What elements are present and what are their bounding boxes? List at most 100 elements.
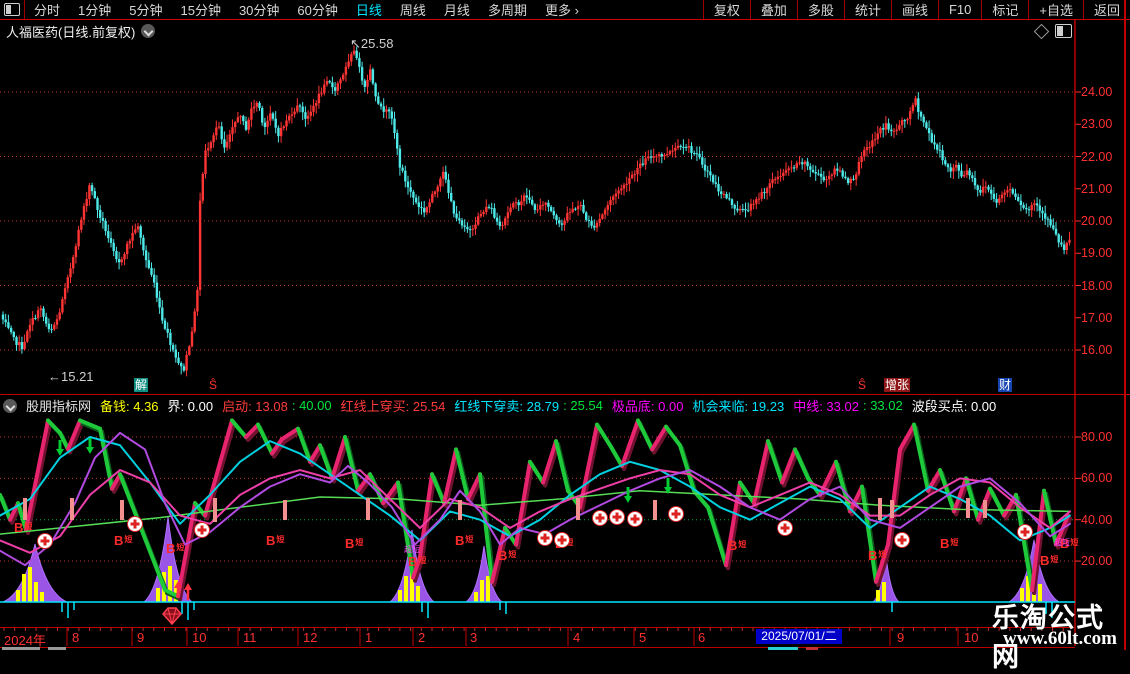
candle-body bbox=[528, 197, 530, 199]
candle-body bbox=[293, 112, 295, 115]
x-axis-strip[interactable] bbox=[0, 627, 1075, 648]
candle-body bbox=[893, 131, 895, 132]
month-label-6: 2 bbox=[418, 630, 425, 645]
price-tick-label: 19.00 bbox=[1081, 246, 1127, 260]
salmon-bar bbox=[283, 500, 287, 520]
candle-body bbox=[331, 82, 333, 87]
candle-body bbox=[720, 191, 722, 194]
ribbon-segment bbox=[100, 429, 112, 489]
candle-body bbox=[158, 298, 160, 308]
candle-body bbox=[380, 104, 382, 107]
candle-body bbox=[925, 122, 927, 128]
candle-body bbox=[520, 201, 522, 205]
candle-body bbox=[94, 191, 96, 198]
candle-body bbox=[304, 112, 306, 119]
chevron-down-icon[interactable] bbox=[3, 399, 17, 413]
candle-body bbox=[491, 208, 493, 209]
candle-body bbox=[493, 208, 495, 217]
high-annotation: ↖25.58 bbox=[350, 36, 393, 52]
candle-body bbox=[410, 187, 412, 192]
candle-body bbox=[960, 171, 962, 177]
candle-body bbox=[218, 126, 220, 127]
candle-body bbox=[499, 222, 501, 226]
candle-body bbox=[1001, 195, 1003, 199]
candle-body bbox=[307, 116, 309, 119]
candle-body bbox=[931, 133, 933, 142]
candle-body bbox=[469, 229, 471, 230]
candle-body bbox=[329, 81, 331, 82]
candle-body bbox=[696, 153, 698, 154]
event-stamp: 财 bbox=[998, 378, 1012, 392]
candle-body bbox=[156, 283, 158, 298]
candle-body bbox=[277, 128, 279, 136]
candle-body bbox=[5, 319, 7, 322]
candle-body bbox=[393, 119, 395, 134]
candle-body bbox=[140, 226, 142, 237]
candle-body bbox=[1047, 219, 1049, 220]
candle-body bbox=[342, 75, 344, 80]
ribbon-segment bbox=[258, 425, 272, 454]
candle-body bbox=[855, 174, 857, 179]
candle-body bbox=[950, 167, 952, 171]
candle-body bbox=[1063, 245, 1065, 251]
candle-body bbox=[928, 128, 930, 133]
candle-body bbox=[366, 80, 368, 87]
candle-body bbox=[585, 212, 587, 219]
candle-body bbox=[744, 209, 746, 210]
candle-body bbox=[1058, 234, 1060, 242]
candle-body bbox=[223, 139, 225, 147]
yellow-bar bbox=[876, 590, 880, 602]
yellow-bar bbox=[16, 590, 20, 602]
indicator-value-8: 波段买点: 0.00 bbox=[912, 396, 997, 415]
candle-body bbox=[612, 196, 614, 200]
candle-body bbox=[1066, 243, 1068, 250]
candle-body bbox=[288, 116, 290, 121]
candle-body bbox=[134, 229, 136, 232]
salmon-bar bbox=[70, 498, 74, 520]
candle-body bbox=[161, 307, 163, 320]
candle-body bbox=[167, 329, 169, 333]
b-buy-marker: B短 bbox=[498, 548, 516, 563]
candle-body bbox=[1009, 189, 1011, 190]
candle-body bbox=[593, 226, 595, 228]
candle-body bbox=[515, 202, 517, 203]
month-label-12: 10 bbox=[964, 630, 978, 645]
candle-body bbox=[347, 62, 349, 67]
indicator-source[interactable]: 股朋指标网 bbox=[26, 396, 91, 415]
month-label-2: 10 bbox=[192, 630, 206, 645]
candle-body bbox=[285, 120, 287, 126]
candle-body bbox=[534, 204, 536, 210]
candle-body bbox=[86, 199, 88, 206]
candle-body bbox=[607, 205, 609, 210]
indicator-value-2: 启动: 13.08 bbox=[222, 396, 288, 415]
candle-body bbox=[958, 165, 960, 171]
indicator-header: 股朋指标网 备钱: 4.36界: 0.00启动: 13.08: 40.00红线上… bbox=[3, 397, 996, 414]
candle-body bbox=[844, 177, 846, 179]
candle-body bbox=[974, 178, 976, 185]
candle-body bbox=[1017, 197, 1019, 201]
candle-body bbox=[669, 151, 671, 154]
candle-body bbox=[526, 195, 528, 197]
candle-body bbox=[207, 148, 209, 150]
candle-body bbox=[472, 229, 474, 230]
candle-body bbox=[785, 170, 787, 173]
candle-body bbox=[582, 205, 584, 213]
month-label-5: 1 bbox=[365, 630, 372, 645]
candle-body bbox=[917, 98, 919, 112]
candle-body bbox=[933, 142, 935, 144]
candle-body bbox=[896, 130, 898, 131]
yellow-bar bbox=[34, 582, 38, 602]
candle-body bbox=[661, 154, 663, 156]
candle-body bbox=[734, 205, 736, 209]
candle-body bbox=[858, 162, 860, 174]
candle-body bbox=[671, 151, 673, 152]
candle-body bbox=[148, 260, 150, 268]
candle-body bbox=[45, 317, 47, 324]
candle-body bbox=[34, 318, 36, 319]
candle-body bbox=[326, 81, 328, 84]
candle-body bbox=[504, 218, 506, 225]
candle-body bbox=[542, 205, 544, 206]
candle-body bbox=[96, 198, 98, 210]
candle-body bbox=[415, 198, 417, 203]
candle-body bbox=[1022, 205, 1024, 208]
